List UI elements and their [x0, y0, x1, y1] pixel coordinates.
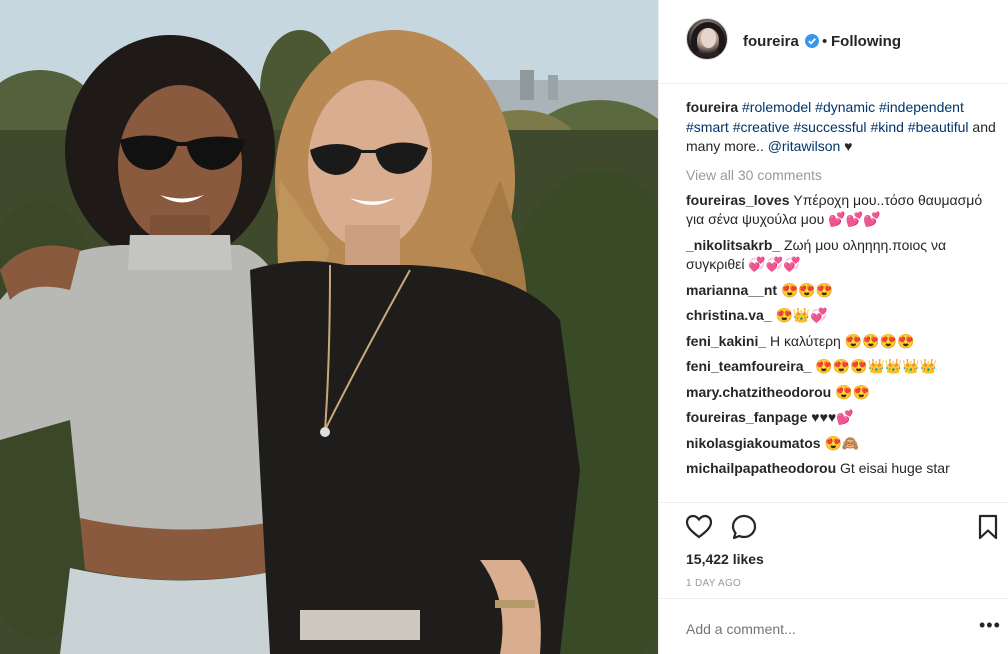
hashtag[interactable]: #kind — [870, 119, 903, 135]
post-photo[interactable] — [0, 0, 658, 654]
comment-username[interactable]: _nikolitsakrb_ — [686, 237, 780, 253]
comment-username[interactable]: foureiras_loves — [686, 192, 790, 208]
photo-illustration — [0, 0, 658, 654]
post-header: foureira • Following — [659, 0, 1008, 84]
heart-icon[interactable] — [685, 513, 713, 541]
comment-username[interactable]: feni_kakini_ — [686, 333, 766, 349]
like-count[interactable]: 15,422 likes — [686, 551, 764, 567]
comment-text: ♥♥♥💕 — [811, 409, 854, 425]
heart-emoji: ♥ — [844, 138, 853, 154]
bookmark-icon[interactable] — [977, 514, 999, 540]
more-options-button[interactable]: ••• — [979, 615, 1001, 636]
hashtag[interactable]: #smart — [686, 119, 729, 135]
hashtag[interactable]: #beautiful — [908, 119, 969, 135]
comment-text: 😍😍😍👑👑👑👑 — [815, 358, 938, 374]
header-username[interactable]: foureira — [743, 33, 799, 50]
comment-item: foureiras_fanpage ♥♥♥💕 — [686, 408, 996, 428]
hashtag[interactable]: #rolemodel — [742, 99, 811, 115]
comment-text: 😍👑💞 — [775, 307, 828, 323]
avatar-face-shape — [701, 28, 716, 48]
comment-item: feni_teamfoureira_ 😍😍😍👑👑👑👑 — [686, 357, 996, 377]
comment-username[interactable]: christina.va_ — [686, 307, 772, 323]
comment-item: mary.chatzitheodorou 😍😍 — [686, 383, 996, 403]
following-button[interactable]: Following — [831, 33, 901, 50]
comment-item: _nikolitsakrb_ Ζωή μου οληηηη.ποιος να σ… — [686, 236, 996, 275]
comment-text: Η καλύτερη 😍😍😍😍 — [770, 332, 915, 349]
hashtag[interactable]: #creative — [733, 119, 790, 135]
comment-username[interactable]: marianna__nt — [686, 282, 777, 298]
comment-text: 😍🙈 — [824, 434, 860, 451]
comment-username[interactable]: michailpapatheodorou — [686, 460, 836, 476]
hashtag[interactable]: #successful — [793, 119, 866, 135]
verified-badge-icon — [805, 34, 819, 48]
comment-username[interactable]: feni_teamfoureira_ — [686, 358, 811, 374]
add-comment-input[interactable] — [686, 621, 956, 637]
comment-list[interactable]: foureira #rolemodel #dynamic #independen… — [686, 98, 996, 485]
comment-text: 😍😍 — [835, 383, 870, 400]
hashtag[interactable]: #independent — [879, 99, 964, 115]
post-timestamp[interactable]: 1 DAY AGO — [686, 578, 741, 589]
comment-text: 😍😍😍 — [780, 281, 834, 298]
hashtag[interactable]: #dynamic — [815, 99, 875, 115]
mention-link[interactable]: @ritawilson — [768, 138, 841, 154]
caption: foureira #rolemodel #dynamic #independen… — [686, 98, 996, 157]
comment-item: foureiras_loves Υπέροχη μου..τόσο θαυμασ… — [686, 191, 996, 230]
comment-username[interactable]: foureiras_fanpage — [686, 409, 807, 425]
comment-item: michailpapatheodorou Gt eisai huge star — [686, 459, 996, 479]
avatar[interactable] — [686, 18, 728, 60]
comment-item: nikolasgiakoumatos 😍🙈 — [686, 434, 996, 454]
comment-username[interactable]: mary.chatzitheodorou — [686, 384, 831, 400]
header-separator: • — [822, 33, 828, 50]
comment-item: christina.va_ 😍👑💞 — [686, 306, 996, 326]
post-actions: 15,422 likes 1 DAY AGO — [659, 502, 1008, 612]
post-side-panel: foureira • Following foureira #rolemodel… — [658, 0, 1008, 654]
caption-username[interactable]: foureira — [686, 99, 738, 115]
comment-item: feni_kakini_ Η καλύτερη 😍😍😍😍 — [686, 332, 996, 352]
add-comment-bar: ••• — [659, 598, 1008, 654]
comment-item: marianna__nt 😍😍😍 — [686, 281, 996, 301]
comment-username[interactable]: nikolasgiakoumatos — [686, 435, 821, 451]
comment-icon[interactable] — [730, 513, 758, 541]
comment-text: Gt eisai huge star — [840, 460, 950, 476]
view-all-comments-link[interactable]: View all 30 comments — [686, 165, 996, 185]
